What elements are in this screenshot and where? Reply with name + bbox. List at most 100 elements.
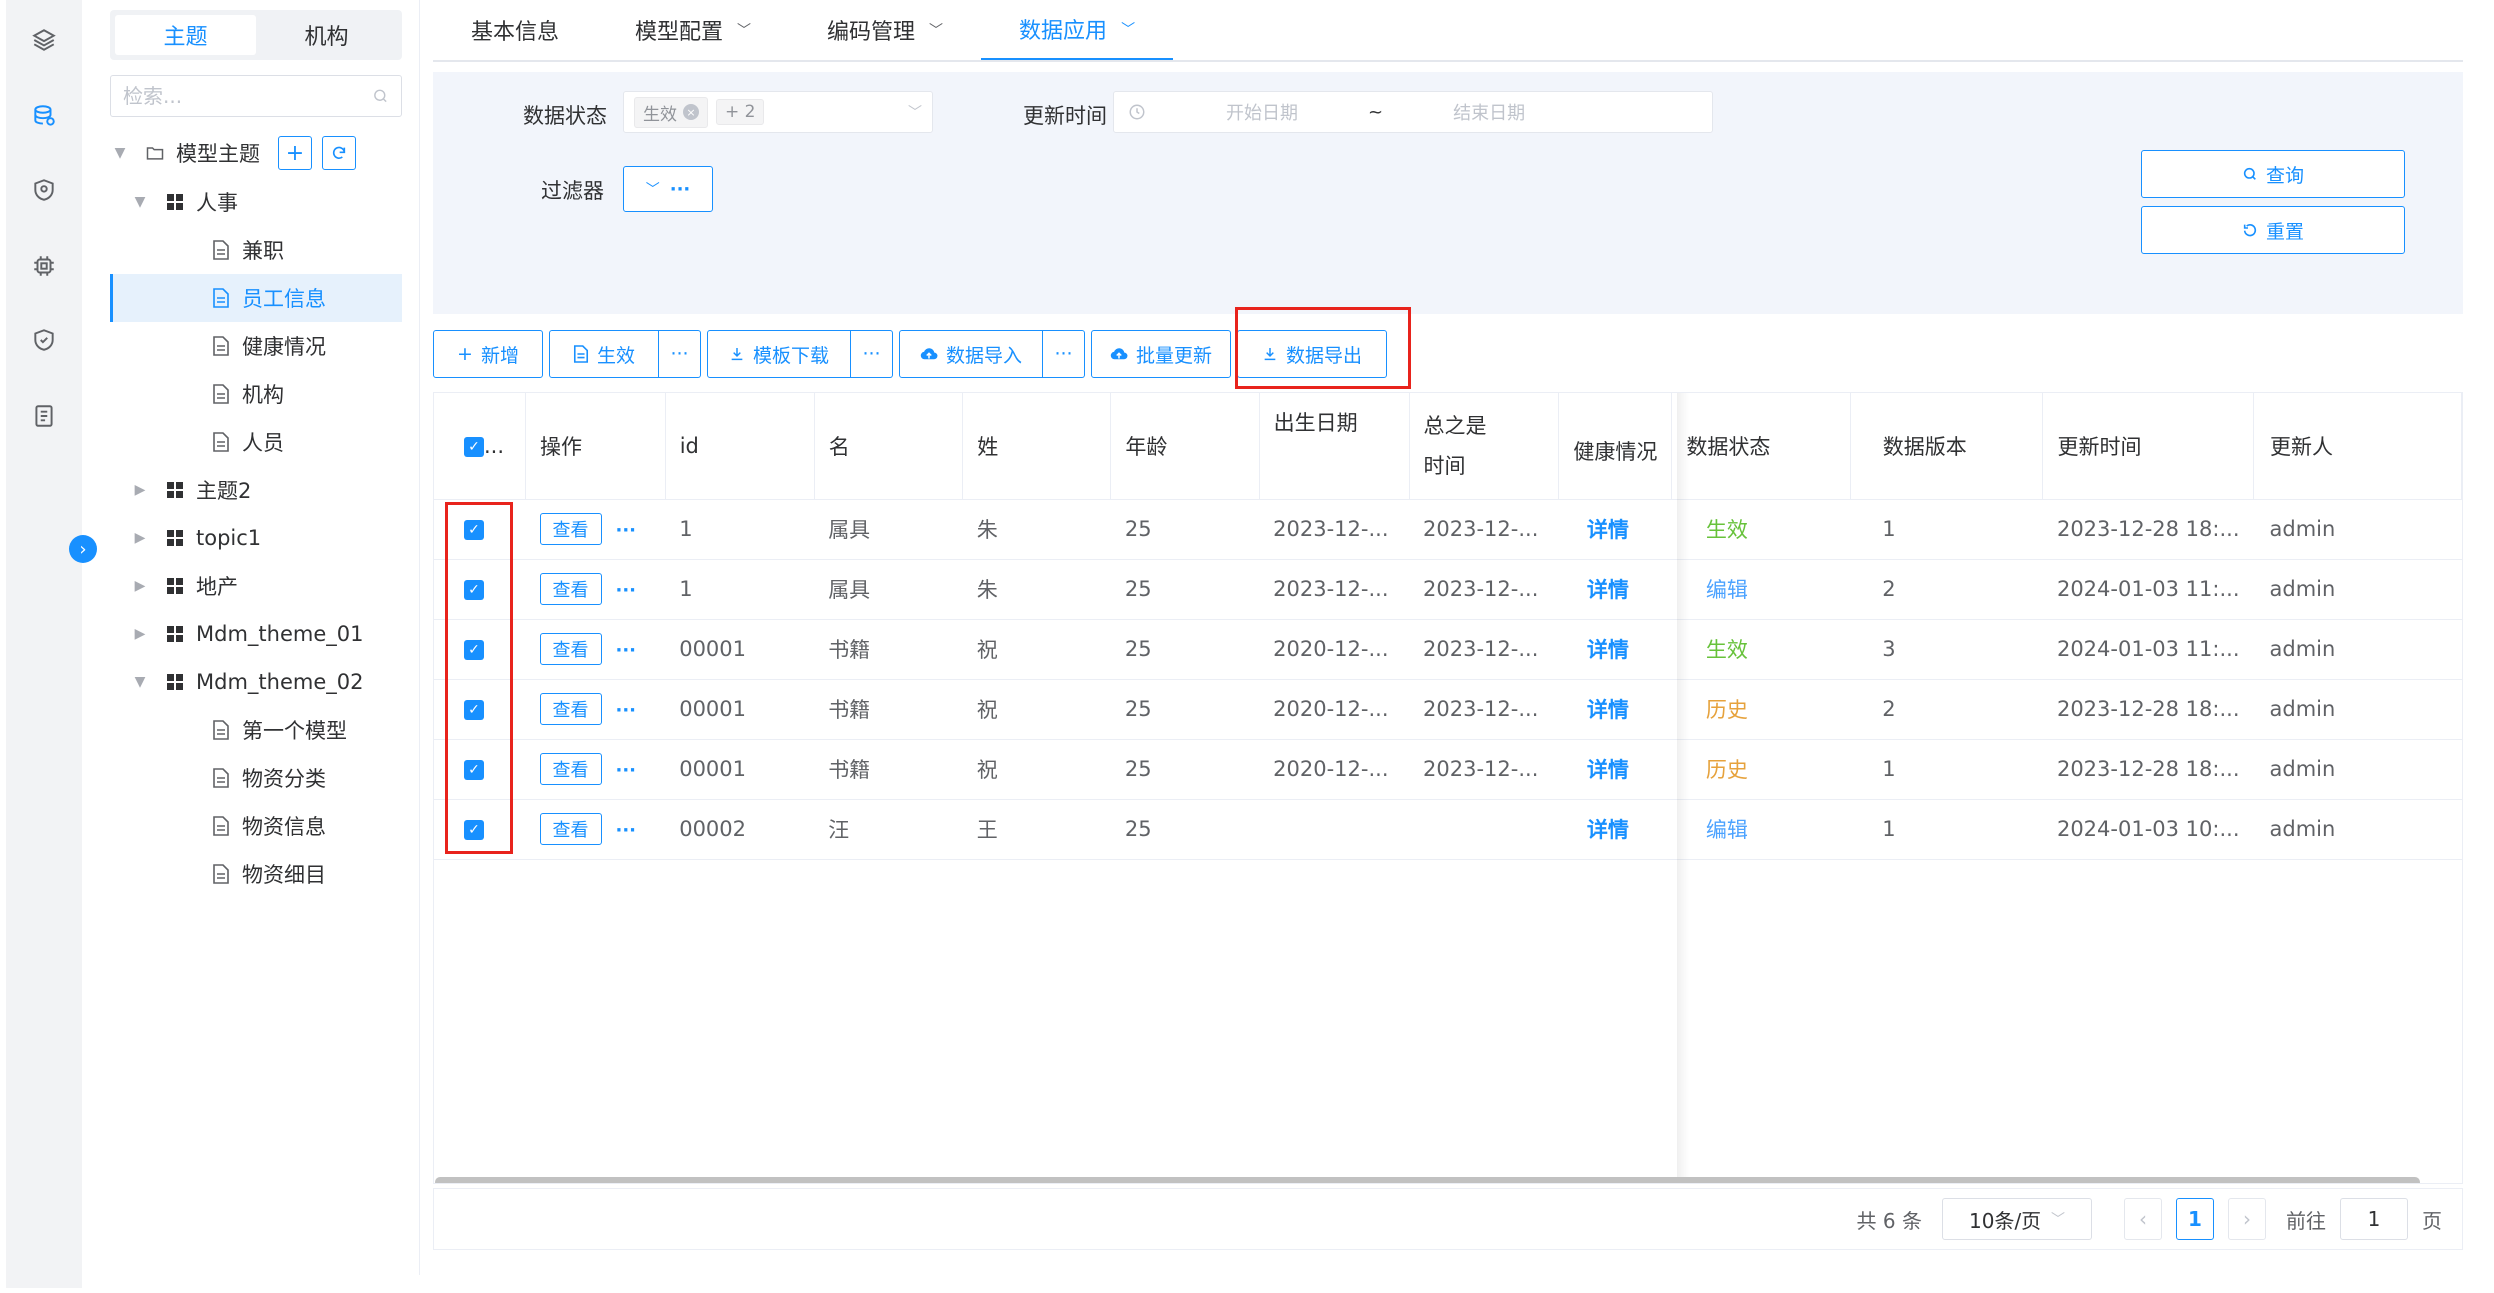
row-checkbox[interactable]: ✓ bbox=[464, 820, 484, 840]
cell-health-detail-text[interactable]: 详情 bbox=[1587, 758, 1629, 782]
row-checkbox[interactable]: ✓ bbox=[464, 520, 484, 540]
caret-right-icon[interactable]: ▶ bbox=[130, 482, 150, 498]
column-header[interactable]: 姓 bbox=[962, 393, 1112, 500]
row-checkbox[interactable]: ✓ bbox=[464, 580, 484, 600]
column-header[interactable]: 健康情况 bbox=[1558, 393, 1673, 500]
tab-theme[interactable]: 主题 bbox=[115, 15, 256, 55]
view-button[interactable]: 查看 bbox=[539, 693, 602, 725]
prev-page-button[interactable]: ‹ bbox=[2124, 1198, 2162, 1240]
status-select[interactable]: 生效 × + 2 ﹀ bbox=[623, 91, 933, 133]
refresh-button[interactable] bbox=[322, 136, 356, 170]
row-more-button[interactable]: ··· bbox=[616, 700, 637, 721]
row-more-button[interactable]: ··· bbox=[616, 820, 637, 841]
cell-health-detail-text[interactable]: 详情 bbox=[1587, 638, 1629, 662]
reset-button[interactable]: 重置 bbox=[2141, 206, 2405, 254]
chip-icon[interactable] bbox=[6, 246, 82, 286]
effect-more-button[interactable]: ··· bbox=[659, 330, 701, 378]
table-row[interactable]: ✓ 查看 ··· 00001 书籍 祝 25 2020-12-... 2023-12-... 详情… bbox=[434, 739, 2462, 800]
data-import-button[interactable]: 数据导入 bbox=[899, 330, 1043, 378]
tree-node[interactable]: ▶ 地产 bbox=[110, 562, 402, 610]
tab-model-config[interactable]: 模型配置 ﹀ bbox=[597, 0, 789, 60]
column-header[interactable]: 数据状态 bbox=[1671, 393, 1851, 500]
tree-leaf[interactable]: 人员 bbox=[110, 418, 402, 466]
column-header[interactable]: 更新人 bbox=[2253, 393, 2462, 500]
cell-health-detail[interactable]: 详情 bbox=[1558, 499, 1672, 560]
view-button[interactable]: 查看 bbox=[539, 633, 602, 665]
select-all-checkbox[interactable]: ✓ bbox=[464, 436, 484, 457]
caret-right-icon[interactable]: ▶ bbox=[130, 578, 150, 594]
tree-search-input[interactable] bbox=[123, 84, 372, 108]
tree-leaf[interactable]: 物资细目 bbox=[110, 850, 402, 898]
row-checkbox[interactable]: ✓ bbox=[464, 640, 484, 660]
tree-node[interactable]: ▼ Mdm_theme_02 bbox=[110, 658, 402, 706]
tab-basic-info[interactable]: 基本信息 bbox=[433, 0, 597, 60]
table-row[interactable]: ✓ 查看 ··· 1 属具 朱 25 2023-12-... 2023-12-... 详情 编辑 2 2… bbox=[434, 559, 2462, 620]
page-number-current[interactable]: 1 bbox=[2176, 1198, 2214, 1240]
row-more-button[interactable]: ··· bbox=[616, 580, 637, 601]
page-size-select[interactable]: 10条/页 ﹀ bbox=[1942, 1198, 2092, 1240]
add-button[interactable]: + 新增 bbox=[433, 330, 543, 378]
tree-leaf-selected[interactable]: 员工信息 bbox=[110, 274, 402, 322]
caret-down-icon[interactable]: ▼ bbox=[130, 194, 150, 210]
tree-leaf[interactable]: 健康情况 bbox=[110, 322, 402, 370]
row-checkbox[interactable]: ✓ bbox=[464, 700, 484, 720]
shield-check-icon[interactable] bbox=[6, 320, 82, 360]
tree-leaf[interactable]: 第一个模型 bbox=[110, 706, 402, 754]
tree-root[interactable]: ▼ 模型主题 + bbox=[110, 129, 402, 177]
caret-right-icon[interactable]: ▶ bbox=[130, 530, 150, 546]
shield-icon[interactable] bbox=[6, 170, 82, 210]
caret-down-icon[interactable]: ▼ bbox=[110, 145, 130, 161]
goto-page-input[interactable] bbox=[2340, 1198, 2408, 1240]
tree-leaf[interactable]: 物资信息 bbox=[110, 802, 402, 850]
table-row[interactable]: ✓ 查看 ··· 00001 书籍 祝 25 2020-12-... 2023-12-... 详情… bbox=[434, 679, 2462, 740]
column-header[interactable]: 数据版本 bbox=[1850, 393, 2044, 500]
column-header[interactable]: 名 bbox=[814, 393, 964, 500]
date-range-picker[interactable]: 开始日期 ~ 结束日期 bbox=[1113, 91, 1713, 133]
template-more-button[interactable]: ··· bbox=[851, 330, 893, 378]
tree-leaf[interactable]: 机构 bbox=[110, 370, 402, 418]
import-more-button[interactable]: ··· bbox=[1043, 330, 1085, 378]
view-button[interactable]: 查看 bbox=[539, 753, 602, 785]
view-button[interactable]: 查看 bbox=[539, 813, 602, 845]
batch-update-button[interactable]: 批量更新 bbox=[1091, 330, 1231, 378]
table-row[interactable]: ✓ 查看 ··· 1 属具 朱 25 2023-12-... 2023-12-... 详情 生效 1 2… bbox=[434, 499, 2462, 560]
cell-health-detail-text[interactable]: 详情 bbox=[1587, 818, 1629, 842]
add-node-button[interactable]: + bbox=[278, 136, 312, 170]
effect-button[interactable]: 生效 bbox=[549, 330, 659, 378]
document-icon[interactable] bbox=[6, 396, 82, 436]
column-header[interactable]: 出生日期 bbox=[1259, 393, 1410, 500]
cell-health-detail[interactable]: 详情 bbox=[1558, 799, 1672, 860]
tree-node[interactable]: ▶ 主题2 bbox=[110, 466, 402, 514]
tab-code-management[interactable]: 编码管理 ﹀ bbox=[789, 0, 981, 60]
column-header[interactable]: 年龄 bbox=[1110, 393, 1260, 500]
close-icon[interactable]: × bbox=[683, 104, 699, 120]
cell-health-detail[interactable]: 详情 bbox=[1558, 559, 1672, 620]
row-more-button[interactable]: ··· bbox=[616, 520, 637, 541]
query-button[interactable]: 查询 bbox=[2141, 150, 2405, 198]
row-more-button[interactable]: ··· bbox=[616, 640, 637, 661]
cell-health-detail-text[interactable]: 详情 bbox=[1587, 578, 1629, 602]
tree-node[interactable]: ▶ Mdm_theme_01 bbox=[110, 610, 402, 658]
column-header[interactable]: 更新时间 bbox=[2042, 393, 2254, 500]
cell-health-detail-text[interactable]: 详情 bbox=[1587, 698, 1629, 722]
row-checkbox[interactable]: ✓ bbox=[464, 760, 484, 780]
table-row[interactable]: ✓ 查看 ··· 00002 汪 王 25 详情 编辑 1 2024-01-03 10:... adm… bbox=[434, 799, 2462, 860]
expand-sidebar-button[interactable]: › bbox=[69, 535, 97, 563]
horizontal-scrollbar[interactable] bbox=[435, 1177, 2420, 1183]
caret-right-icon[interactable]: ▶ bbox=[130, 626, 150, 642]
next-page-button[interactable]: › bbox=[2228, 1198, 2266, 1240]
database-icon[interactable] bbox=[6, 96, 82, 136]
view-button[interactable]: 查看 bbox=[539, 573, 602, 605]
data-export-button[interactable]: 数据导出 bbox=[1237, 330, 1387, 378]
tab-data-application[interactable]: 数据应用 ﹀ bbox=[981, 0, 1174, 60]
cell-health-detail[interactable]: 详情 bbox=[1558, 619, 1672, 680]
layers-icon[interactable] bbox=[6, 20, 82, 60]
row-more-button[interactable]: ··· bbox=[616, 760, 637, 781]
template-download-button[interactable]: 模板下载 bbox=[707, 330, 851, 378]
tab-org[interactable]: 机构 bbox=[256, 15, 397, 55]
column-header[interactable]: 总之是时间 bbox=[1409, 393, 1560, 500]
filter-dropdown-button[interactable]: ﹀ ··· bbox=[623, 166, 713, 212]
tree-node[interactable]: ▶ topic1 bbox=[110, 514, 402, 562]
caret-down-icon[interactable]: ▼ bbox=[130, 674, 150, 690]
column-header[interactable]: id bbox=[665, 393, 815, 500]
